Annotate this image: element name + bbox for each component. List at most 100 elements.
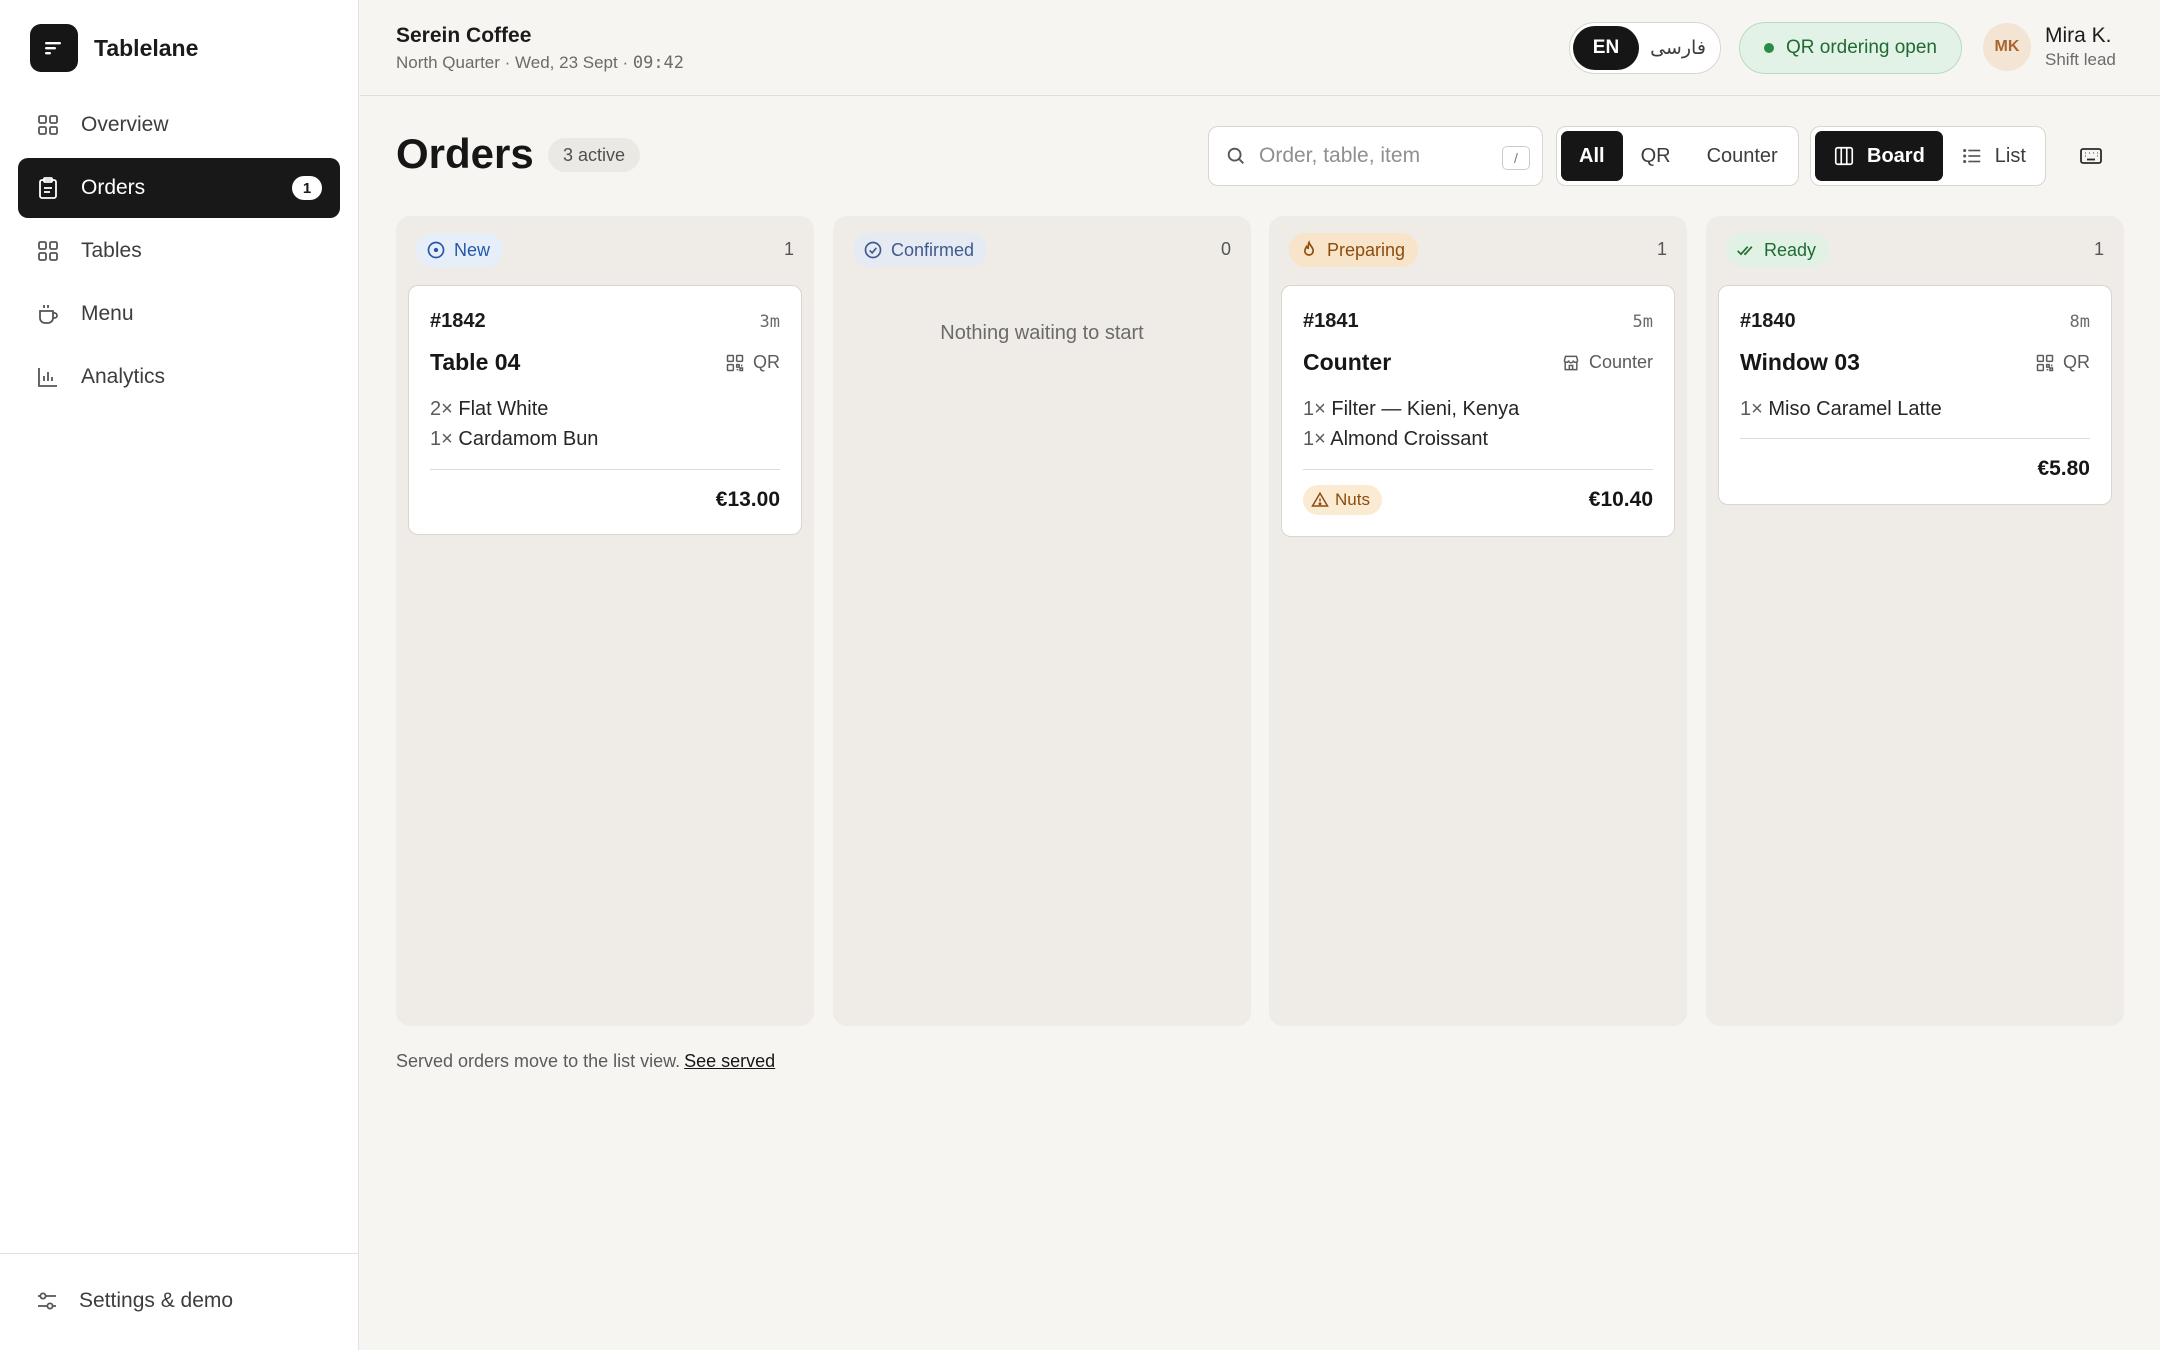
- source-filter: All QR Counter: [1556, 126, 1799, 186]
- order-id: #1841: [1303, 310, 1359, 332]
- list-item: 1× Cardamom Bun: [430, 424, 780, 454]
- avatar[interactable]: MK: [1983, 23, 2031, 71]
- sidebar-item-label: Overview: [81, 113, 169, 136]
- language-switcher: EN فارسی: [1569, 22, 1721, 74]
- item-qty: 2×: [430, 398, 453, 420]
- list-icon: [1961, 145, 1983, 167]
- order-title: Counter: [1303, 349, 1392, 375]
- order-card-1840[interactable]: #1840 8m Window 03 QR 1× Miso Caramel La…: [1718, 285, 2112, 505]
- column-count: 1: [1656, 239, 1667, 259]
- language-fa-button[interactable]: فارسی: [1639, 26, 1717, 70]
- board-view-button[interactable]: Board: [1815, 131, 1943, 181]
- search-input[interactable]: [1259, 144, 1494, 168]
- check-circle-icon: [863, 240, 883, 260]
- column-new: New 1 #1842 3m Table 04 QR 2× Flat White…: [396, 216, 814, 1026]
- filter-counter-button[interactable]: Counter: [1689, 131, 1796, 181]
- sidebar-item-label: Menu: [81, 302, 134, 325]
- item-name: Cardamom Bun: [458, 428, 599, 450]
- sidebar-item-overview[interactable]: Overview: [18, 95, 340, 155]
- search-icon: [1225, 145, 1247, 167]
- sidebar-item-analytics[interactable]: Analytics: [18, 347, 340, 407]
- order-age: 3m: [759, 312, 780, 332]
- order-id: #1840: [1740, 310, 1796, 332]
- served-footnote: Served orders move to the list view. See …: [396, 1051, 775, 1072]
- column-header: New 1: [416, 233, 794, 267]
- order-source: QR: [725, 352, 780, 373]
- sidebar-footer: Settings & demo: [0, 1253, 359, 1350]
- grid-icon: [35, 238, 61, 264]
- filter-qr-button[interactable]: QR: [1623, 131, 1689, 181]
- active-count-badge: 3 active: [548, 138, 641, 172]
- sidebar-nav: Overview Orders 1 Tables Menu Analytics: [18, 95, 340, 410]
- divider: [430, 469, 780, 470]
- qr-ordering-status[interactable]: QR ordering open: [1739, 22, 1962, 74]
- item-name: Flat White: [458, 398, 549, 420]
- order-card-1842[interactable]: #1842 3m Table 04 QR 2× Flat White 1× Ca…: [408, 285, 802, 535]
- user-name: Mira K.: [2045, 24, 2112, 47]
- coffee-cup-icon: [35, 301, 61, 327]
- board-view-label: Board: [1867, 144, 1925, 167]
- list-view-label: List: [1994, 144, 2026, 167]
- item-name: Filter — Kieni, Kenya: [1331, 398, 1520, 420]
- order-age: 8m: [2069, 312, 2090, 332]
- language-en-button[interactable]: EN: [1573, 26, 1639, 70]
- column-count: 0: [1220, 239, 1231, 259]
- list-item: 2× Flat White: [430, 394, 780, 424]
- see-served-link[interactable]: See served: [684, 1051, 775, 1071]
- list-item: 1× Miso Caramel Latte: [1740, 394, 2090, 424]
- page-title: Orders: [396, 130, 534, 177]
- keyboard-shortcuts-button[interactable]: [2070, 135, 2112, 177]
- empty-state: Nothing waiting to start: [940, 322, 1144, 344]
- status-badge-confirmed: Confirmed: [853, 233, 988, 267]
- double-check-icon: [1736, 240, 1756, 260]
- divider: [1740, 438, 2090, 439]
- status-label: Ready: [1764, 239, 1817, 260]
- allergen-label: Nuts: [1335, 490, 1370, 509]
- venue-subtitle: North Quarter · Wed, 23 Sept · 09:42: [396, 53, 684, 73]
- qr-ordering-label: QR ordering open: [1785, 37, 1938, 58]
- column-header: Ready 1: [1726, 233, 2104, 267]
- top-bar: Serein Coffee North Quarter · Wed, 23 Se…: [360, 0, 2160, 96]
- order-items: 1× Miso Caramel Latte: [1740, 394, 2090, 424]
- order-items: 2× Flat White 1× Cardamom Bun: [430, 394, 780, 454]
- order-title: Table 04: [430, 349, 521, 375]
- divider: [1303, 469, 1653, 470]
- sidebar-item-menu[interactable]: Menu: [18, 284, 340, 344]
- settings-demo-link[interactable]: Settings & demo: [35, 1289, 233, 1313]
- sidebar: Tablelane Overview Orders 1 Tables Menu …: [0, 0, 359, 1350]
- footnote-text: Served orders move to the list view.: [396, 1051, 681, 1071]
- orders-count-badge: 1: [292, 176, 322, 200]
- store-icon: [1561, 353, 1581, 373]
- order-total: €13.00: [715, 488, 780, 511]
- order-card-1841[interactable]: #1841 5m Counter Counter 1× Filter — Kie…: [1281, 285, 1675, 537]
- order-age: 5m: [1632, 312, 1653, 332]
- column-confirmed: Confirmed 0 Nothing waiting to start: [833, 216, 1251, 1026]
- status-label: New: [454, 239, 491, 260]
- brand[interactable]: Tablelane: [30, 24, 198, 72]
- filter-all-button[interactable]: All: [1561, 131, 1623, 181]
- order-source-label: QR: [2063, 352, 2090, 372]
- order-total: €5.80: [2037, 457, 2090, 480]
- brand-name: Tablelane: [94, 34, 199, 61]
- status-badge-preparing: Preparing: [1289, 233, 1419, 267]
- sidebar-item-tables[interactable]: Tables: [18, 221, 340, 281]
- search-shortcut-hint: /: [1502, 146, 1530, 170]
- status-badge-ready: Ready: [1726, 233, 1830, 267]
- column-count: 1: [783, 239, 794, 259]
- column-preparing: Preparing 1 #1841 5m Counter Counter 1× …: [1269, 216, 1687, 1026]
- sidebar-item-orders[interactable]: Orders 1: [18, 158, 340, 218]
- user-role: Shift lead: [2045, 50, 2116, 69]
- list-view-button[interactable]: List: [1943, 131, 2044, 181]
- list-item: 1× Filter — Kieni, Kenya: [1303, 394, 1653, 424]
- clipboard-icon: [35, 175, 61, 201]
- column-count: 1: [2093, 239, 2104, 259]
- status-badge-new: New: [416, 233, 504, 267]
- status-label: Preparing: [1327, 239, 1406, 260]
- bar-chart-icon: [35, 364, 61, 390]
- warning-triangle-icon: [1311, 491, 1329, 509]
- sidebar-item-label: Tables: [81, 239, 142, 262]
- view-toggle: Board List: [1810, 126, 2046, 186]
- column-ready: Ready 1 #1840 8m Window 03 QR 1× Miso Ca…: [1706, 216, 2124, 1026]
- venue-time: 09:42: [632, 53, 685, 73]
- status-label: Confirmed: [891, 239, 975, 260]
